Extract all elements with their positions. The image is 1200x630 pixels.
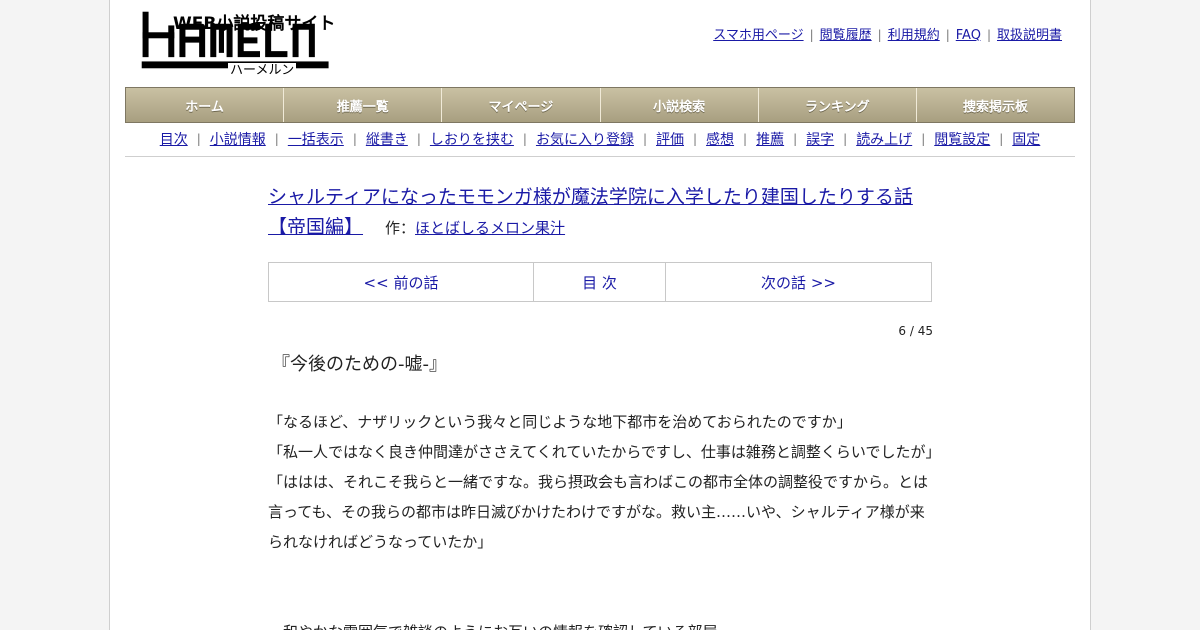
- header-link-manual[interactable]: 取扱説明書: [997, 28, 1062, 43]
- subnav-vertical[interactable]: 縦書き: [366, 129, 408, 149]
- sub-nav: 目次 | 小説情報 | 一括表示 | 縦書き | しおりを挟む | お気に入り登録 | 評価…: [125, 122, 1075, 157]
- header-link-smartphone[interactable]: スマホ用ページ: [713, 28, 803, 43]
- body-paragraph: 「なるほど、ナザリックという我々と同じような地下都市を治めておられたのですか」: [268, 413, 852, 431]
- author-link[interactable]: ほとばしるメロン果汁: [415, 219, 565, 237]
- subnav-bookmark[interactable]: しおりを挟む: [430, 129, 514, 149]
- logo-kana: ハーメルン: [228, 63, 297, 78]
- header-link-history[interactable]: 閲覧履歴: [820, 28, 872, 43]
- subnav-comments[interactable]: 感想: [706, 129, 734, 149]
- prev-episode-button[interactable]: << 前の話: [269, 263, 534, 301]
- subnav-pin[interactable]: 固定: [1012, 129, 1040, 149]
- site-logo[interactable]: WEB小説投稿サイト ハーメルン: [126, 10, 346, 80]
- subnav-rating[interactable]: 評価: [656, 129, 684, 149]
- novel-title-link[interactable]: シャルティアになったモモンガ様が魔法学院に入学したり建国したりする話【帝国編】: [268, 186, 913, 238]
- body-paragraph-blank: [268, 557, 934, 587]
- header-links: スマホ用ページ | 閲覧履歴 | 利用規約 | FAQ | 取扱説明書: [713, 28, 1062, 43]
- nav-home[interactable]: ホーム: [126, 88, 285, 122]
- subnav-read-aloud[interactable]: 読み上げ: [856, 129, 912, 149]
- body-paragraph: 「私一人ではなく良き仲間達がささえてくれていたからですし、仕事は雑務と調整くらい…: [268, 443, 941, 461]
- chapter-body: 「なるほど、ナザリックという我々と同じような地下都市を治めておられたのですか」 …: [268, 407, 941, 630]
- subnav-novel-info[interactable]: 小説情報: [210, 129, 266, 149]
- novel-header: シャルティアになったモモンガ様が魔法学院に入学したり建国したりする話【帝国編】作…: [268, 182, 932, 243]
- subnav-toc[interactable]: 目次: [160, 129, 188, 149]
- subnav-favorite[interactable]: お気に入り登録: [536, 129, 634, 149]
- header-link-faq[interactable]: FAQ: [956, 28, 981, 43]
- chapter-count: 6 / 45: [898, 324, 933, 338]
- subnav-typo[interactable]: 誤字: [806, 129, 834, 149]
- chapter-title: 『今後のための-嘘-』: [272, 354, 447, 375]
- nav-recommendations[interactable]: 推薦一覧: [284, 88, 443, 122]
- nav-search-board[interactable]: 捜索掲示板: [917, 88, 1074, 122]
- subnav-view-settings[interactable]: 閲覧設定: [934, 129, 990, 149]
- subnav-recommend[interactable]: 推薦: [756, 129, 784, 149]
- body-paragraph: 和やかな雰囲気で雑談のようにお互いの情報を確認している部屋: [268, 617, 934, 630]
- body-paragraph-blank-2: [268, 587, 934, 617]
- nav-novel-search[interactable]: 小説検索: [601, 88, 759, 122]
- subnav-show-all[interactable]: 一括表示: [288, 129, 344, 149]
- logo-tagline: WEB小説投稿サイト: [173, 14, 336, 34]
- toc-button[interactable]: 目 次: [534, 263, 666, 301]
- page: WEB小説投稿サイト ハーメルン スマホ用ページ | 閲覧履歴 | 利用規約 | FAQ | 取…: [109, 0, 1091, 630]
- author-label: 作：: [385, 219, 416, 237]
- nav-my-page[interactable]: マイページ: [442, 88, 601, 122]
- episode-nav: << 前の話 目 次 次の話 >>: [268, 262, 932, 302]
- body-paragraph: 「ははは、それこそ我らと一緒ですな。我ら摂政会も言わばこの都市全体の調整役ですか…: [268, 473, 929, 551]
- main-nav: ホーム 推薦一覧 マイページ 小説検索 ランキング 捜索掲示板: [125, 87, 1075, 123]
- next-episode-button[interactable]: 次の話 >>: [666, 263, 931, 301]
- nav-ranking[interactable]: ランキング: [759, 88, 917, 122]
- header-link-terms[interactable]: 利用規約: [888, 28, 940, 43]
